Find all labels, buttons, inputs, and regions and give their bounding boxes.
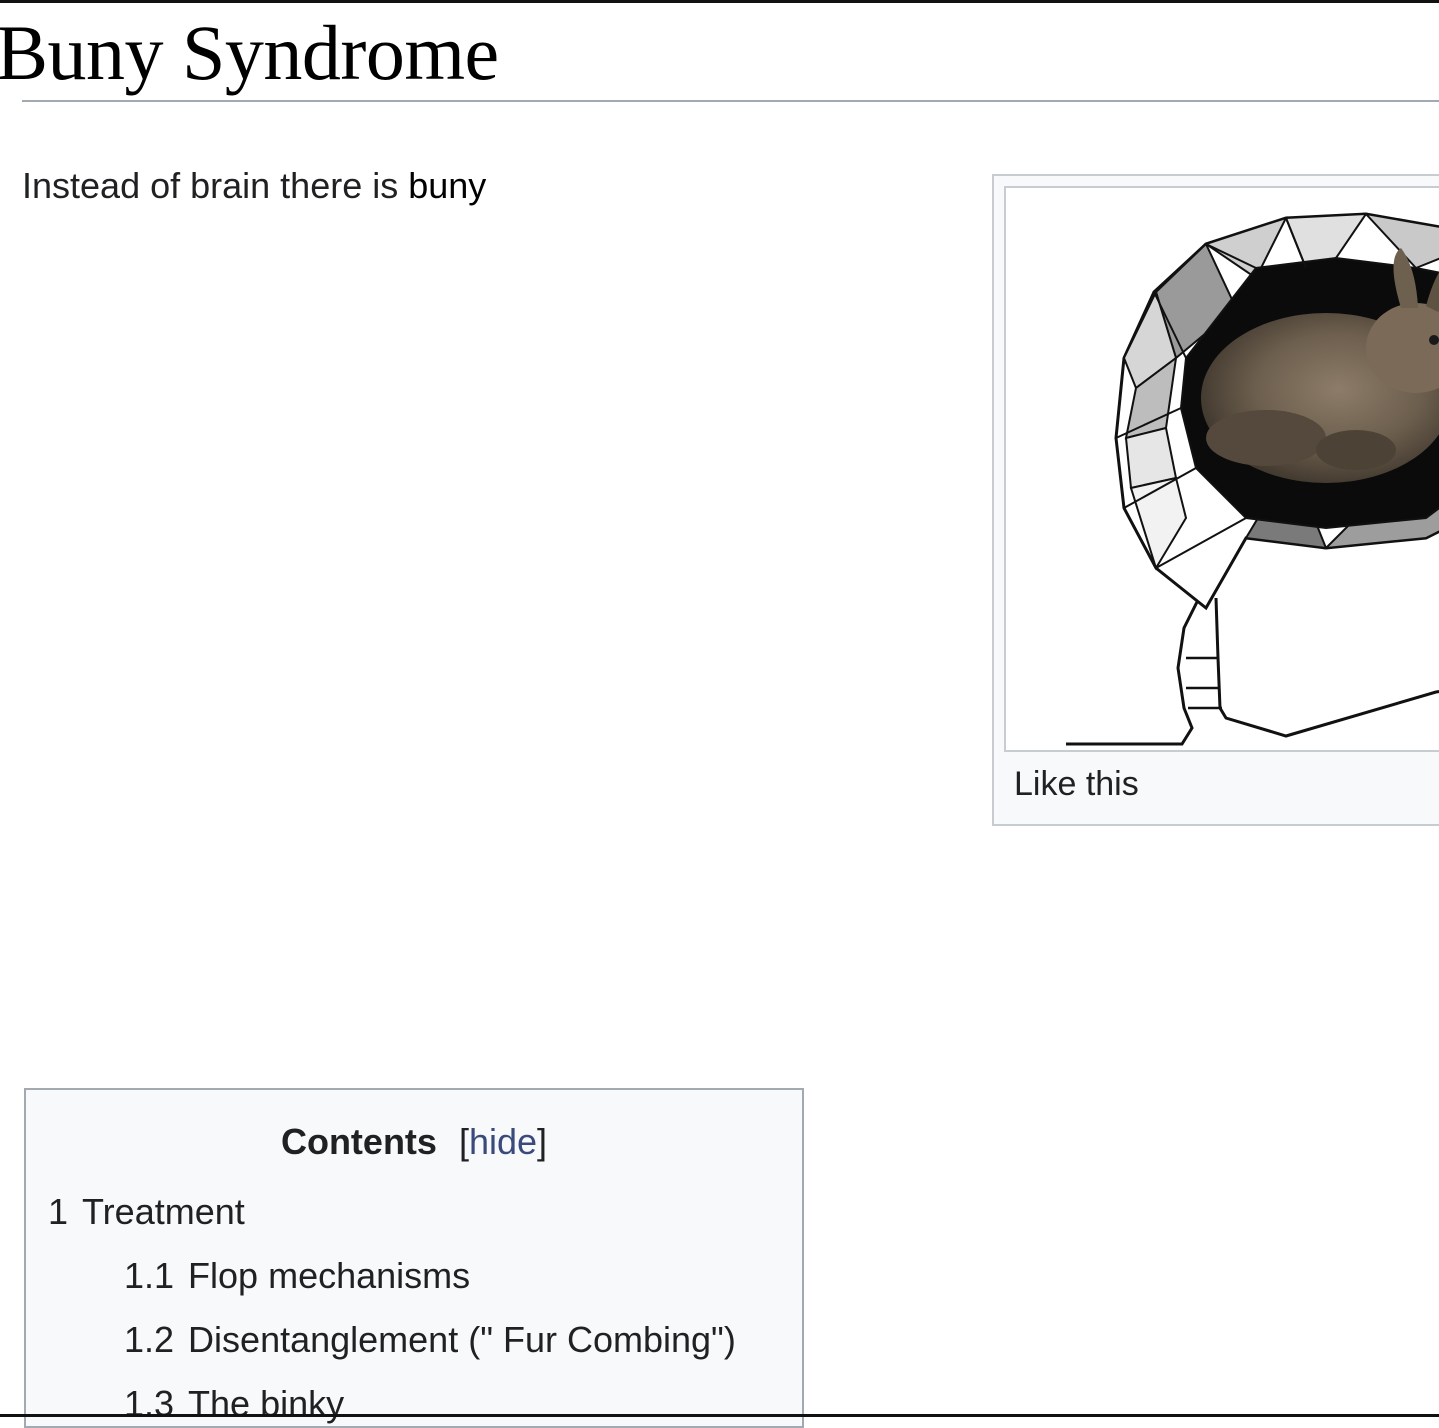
title-divider	[22, 100, 1439, 102]
lead-bold-text: buny	[408, 165, 487, 206]
toc-item-treatment[interactable]: 1 Treatment	[48, 1190, 245, 1234]
lead-paragraph: Instead of brain there is buny	[22, 164, 486, 208]
table-of-contents: Contents [hide] 1 Treatment 1.1 Flop mechan…	[24, 1088, 804, 1428]
thumbnail-caption: Like this	[1014, 765, 1139, 803]
toc-hide-link[interactable]: hide	[469, 1121, 537, 1162]
thumbnail-image[interactable]	[1004, 186, 1439, 752]
top-border	[0, 0, 1439, 3]
toc-item-number: 1.3	[124, 1383, 175, 1424]
toc-item-label: Flop mechanisms	[188, 1255, 471, 1296]
page-title: Buny Syndrome	[0, 9, 499, 96]
toc-hide-bracket-open: [	[458, 1121, 469, 1162]
toc-hide-toggle: [hide]	[459, 1121, 547, 1162]
toc-hide-bracket-close: ]	[537, 1121, 548, 1162]
toc-item-label: Treatment	[82, 1191, 245, 1232]
toc-item-number: 1	[48, 1191, 69, 1232]
lead-text: Instead of brain there is	[22, 165, 409, 206]
toc-item-disentanglement[interactable]: 1.2 Disentanglement (" Fur Combing")	[124, 1318, 736, 1362]
toc-item-label: Disentanglement (" Fur Combing")	[188, 1319, 736, 1360]
toc-item-number: 1.1	[124, 1255, 175, 1296]
toc-item-label: The binky	[188, 1383, 345, 1424]
rabbit-in-head-illustration	[1066, 212, 1439, 746]
toc-item-number: 1.2	[124, 1319, 175, 1360]
image-thumbnail: Like this	[992, 174, 1439, 826]
toc-header: Contents [hide]	[26, 1120, 802, 1164]
toc-title: Contents	[280, 1121, 437, 1162]
toc-item-flop-mechanisms[interactable]: 1.1 Flop mechanisms	[124, 1254, 470, 1298]
toc-item-the-binky[interactable]: 1.3 The binky	[124, 1382, 344, 1426]
